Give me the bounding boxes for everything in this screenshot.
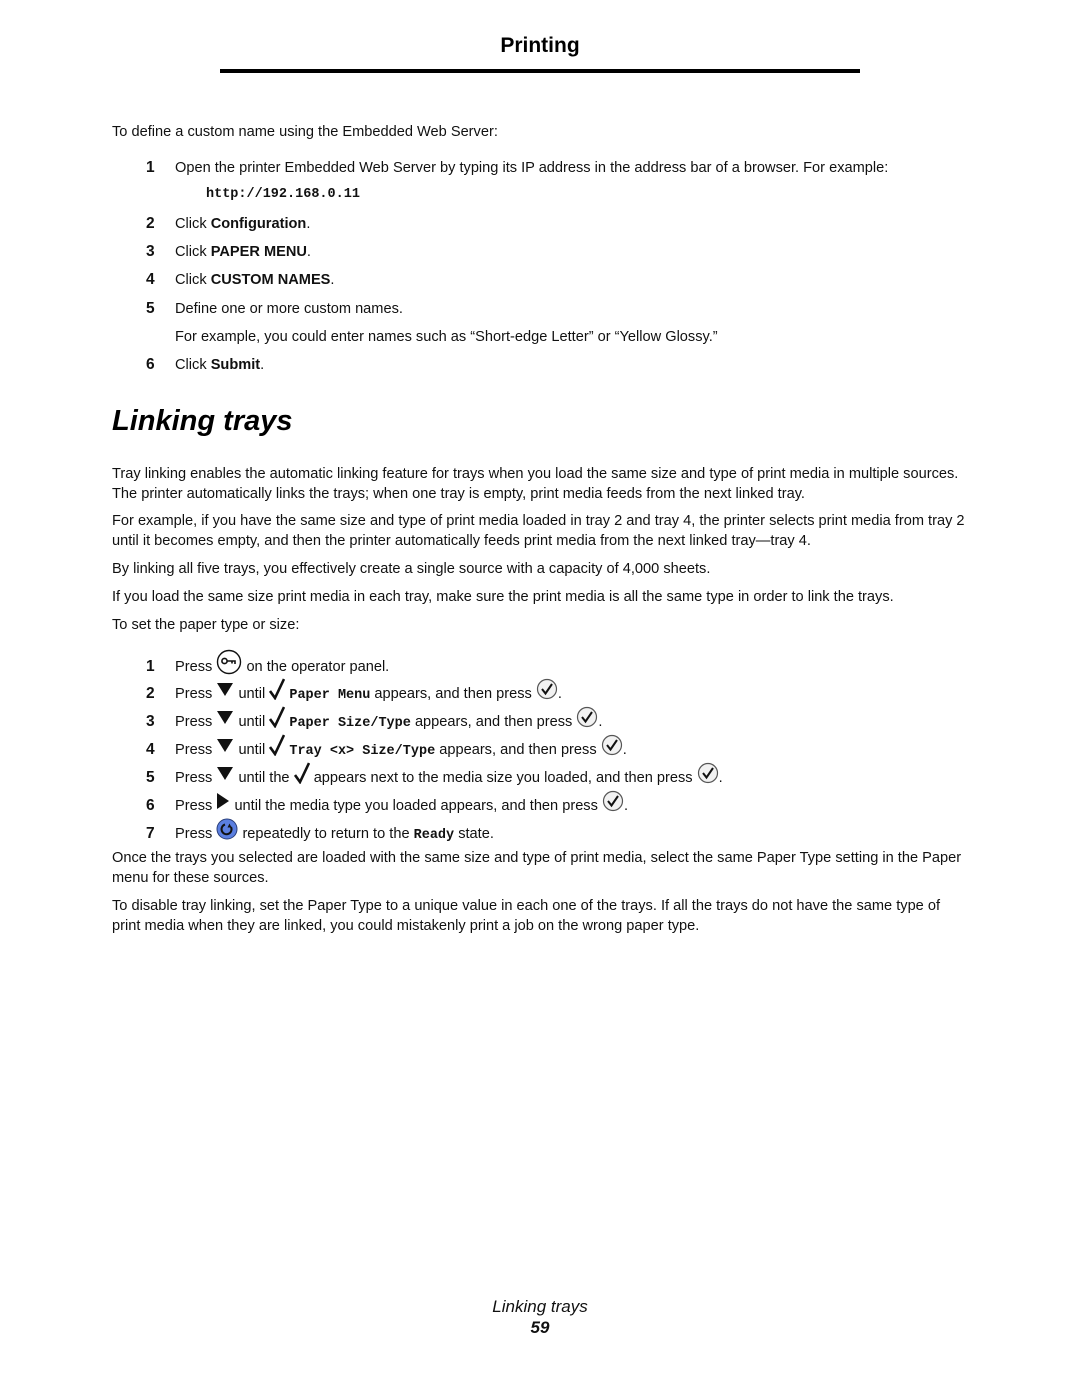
custom-step-5-note: For example, you could enter names such …: [175, 329, 718, 345]
display-text: Paper Size/Type: [289, 715, 411, 731]
paragraph: Once the trays you selected are loaded w…: [112, 850, 962, 886]
tray-step-7: 7 Press repeatedly to return to the Ready…: [146, 818, 976, 848]
step-end: .: [718, 769, 723, 786]
step-end: .: [598, 713, 603, 730]
step-text: appears, and then press: [439, 741, 597, 758]
tray-step-6: 6 Press until the media type you loaded a…: [146, 790, 976, 820]
section-title: Linking trays: [112, 405, 293, 437]
step-end: .: [622, 741, 627, 758]
step-until: until the: [238, 769, 290, 786]
step-press: Press: [175, 713, 213, 730]
step-suffix: .: [306, 216, 311, 232]
down-arrow-icon: [216, 709, 234, 731]
example-url: http://192.168.0.11: [206, 187, 360, 202]
paragraph: To disable tray linking, set the Paper T…: [112, 898, 941, 934]
down-arrow-icon: [216, 737, 234, 759]
step-end: .: [623, 797, 629, 814]
step-bold: PAPER MENU: [210, 244, 307, 260]
step-press: Press: [175, 685, 213, 702]
select-button-icon: [576, 706, 598, 734]
step-text: until the media type you loaded appears,…: [234, 797, 598, 814]
step-text: appears, and then press: [374, 685, 532, 702]
checkmark-icon: [269, 706, 286, 734]
step-text: appears, and then press: [414, 713, 573, 730]
paragraph: If you load the same size print media in…: [112, 589, 894, 605]
return-icon: [216, 818, 238, 846]
tray-step-3: 3 Press until Paper Size/Type appears, an…: [146, 706, 976, 736]
custom-names-intro: To define a custom name using the Embedd…: [112, 124, 498, 140]
select-button-icon: [536, 678, 558, 706]
select-button-icon: [602, 790, 624, 818]
step-number: 4: [146, 271, 155, 288]
custom-step-6: 6 Click Submit.: [146, 355, 976, 375]
step-bold: Submit: [210, 357, 261, 373]
display-text: Tray <x> Size/Type: [289, 743, 436, 759]
tray-step-5: 5 Press until the appears next to the med…: [146, 762, 976, 792]
step-tail: state.: [458, 825, 494, 842]
step-end: .: [557, 685, 562, 702]
step-prefix: Click: [175, 216, 211, 232]
custom-step-5: 5 Define one or more custom names.: [146, 299, 976, 319]
header-rule: [220, 69, 860, 73]
step-until: until: [238, 713, 266, 730]
step-suffix: .: [330, 272, 335, 288]
select-button-icon: [697, 762, 719, 790]
step-number: 2: [146, 684, 155, 702]
tray-step-4: 4 Press until Tray <x> Size/Type appears,…: [146, 734, 976, 764]
step-number: 4: [146, 740, 155, 758]
checkmark-icon: [269, 678, 286, 706]
step-number: 1: [146, 159, 155, 176]
down-arrow-icon: [216, 765, 234, 787]
custom-step-4: 4 Click CUSTOM NAMES.: [146, 270, 976, 290]
display-text: Paper Menu: [289, 687, 371, 703]
paragraph: Tray linking enables the automatic linki…: [112, 466, 959, 502]
step-number: 5: [146, 768, 155, 786]
step-press: Press: [175, 769, 213, 786]
checkmark-icon: [269, 734, 286, 762]
right-arrow-icon: [216, 792, 230, 816]
custom-step-1: 1 Open the printer Embedded Web Server by…: [146, 158, 976, 178]
paragraph: To set the paper type or size:: [112, 617, 300, 633]
paragraph: By linking all five trays, you effective…: [112, 561, 711, 577]
custom-step-3: 3 Click PAPER MENU.: [146, 242, 976, 262]
step-number: 1: [146, 657, 155, 675]
step-until: until: [238, 685, 266, 702]
step-text: repeatedly to return to the: [242, 825, 410, 842]
menu-key-icon: [216, 649, 242, 681]
step-number: 3: [146, 243, 155, 260]
step-text: on the operator panel.: [246, 658, 390, 675]
step-press: Press: [175, 658, 213, 675]
step-press: Press: [175, 741, 213, 758]
step-number: 3: [146, 712, 155, 730]
step-text: appears next to the media size you loade…: [313, 769, 693, 786]
step-number: 6: [146, 796, 155, 814]
step-prefix: Click: [175, 357, 211, 373]
step-bold: Configuration: [210, 216, 307, 232]
tray-step-2: 2 Press until Paper Menu appears, and the…: [146, 678, 976, 708]
step-bold: CUSTOM NAMES: [210, 272, 331, 288]
step-number: 5: [146, 300, 155, 317]
step-press: Press: [175, 825, 213, 842]
step-number: 7: [146, 824, 155, 842]
display-text: Ready: [413, 827, 455, 843]
step-suffix: .: [306, 244, 311, 260]
paragraph: For example, if you have the same size a…: [112, 513, 965, 549]
step-until: until: [238, 741, 266, 758]
checkmark-icon: [293, 762, 310, 790]
page-number: 59: [530, 1318, 550, 1337]
step-number: 6: [146, 356, 155, 373]
step-prefix: Click: [175, 272, 211, 288]
step-text: Define one or more custom names.: [175, 301, 403, 317]
down-arrow-icon: [216, 681, 234, 703]
step-text: Open the printer Embedded Web Server by …: [175, 160, 889, 176]
step-number: 2: [146, 215, 155, 232]
footer-section-title: Linking trays: [492, 1297, 588, 1316]
page-header-title: Printing: [500, 34, 580, 57]
step-press: Press: [175, 797, 213, 814]
custom-step-2: 2 Click Configuration.: [146, 214, 976, 234]
step-prefix: Click: [175, 244, 211, 260]
select-button-icon: [601, 734, 623, 762]
step-suffix: .: [260, 357, 265, 373]
